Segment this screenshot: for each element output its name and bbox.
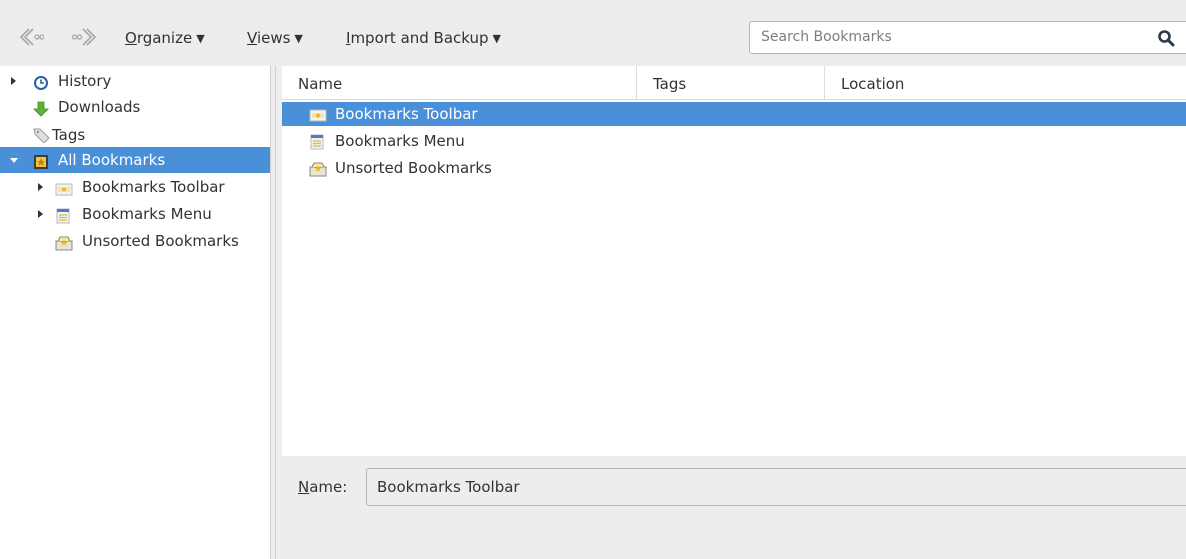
details-pane: Name: [282, 456, 1186, 559]
header-divider [282, 99, 1186, 100]
search-icon[interactable] [1157, 29, 1175, 51]
forward-arrow-icon [72, 26, 98, 48]
organize-menu-button[interactable]: Organize ▼ [125, 29, 205, 47]
sidebar-item-label: All Bookmarks [58, 151, 166, 169]
sidebar-item-history[interactable]: History [0, 68, 270, 94]
organize-label: rganize [136, 29, 193, 47]
toolbar: Organize ▼ Views ▼ Import and Backup ▼ [0, 0, 1186, 74]
sidebar-item-label: Unsorted Bookmarks [82, 232, 239, 250]
organize-accel: O [125, 29, 137, 47]
sidebar-item-all-bookmarks[interactable]: All Bookmarks [0, 147, 270, 173]
table-row[interactable]: Bookmarks Menu [282, 129, 1186, 153]
chevron-down-icon: ▼ [196, 32, 205, 45]
sidebar-item-bookmarks-menu[interactable]: Bookmarks Menu [0, 201, 270, 227]
sidebar-item-label: Bookmarks Menu [82, 205, 212, 223]
tag-icon [33, 125, 50, 144]
name-accel: N [298, 478, 310, 496]
table-row[interactable]: Bookmarks Toolbar [282, 102, 1186, 126]
unsorted-bookmarks-icon [55, 233, 73, 251]
back-arrow-icon [18, 26, 44, 48]
bookmarks-list: Name Tags Location Bookmarks Toolbar Boo… [282, 66, 1186, 456]
table-row[interactable]: Unsorted Bookmarks [282, 156, 1186, 180]
views-accel: V [247, 29, 257, 47]
pane-splitter[interactable] [270, 66, 276, 559]
import-backup-label: mport and Backup [350, 29, 489, 47]
expand-arrow-icon[interactable] [38, 183, 43, 191]
name-label: Name: [298, 478, 347, 496]
back-button[interactable] [18, 26, 44, 48]
sidebar-tree: History Downloads Tags All Bookmarks Boo… [0, 66, 270, 559]
column-header-tags[interactable]: Tags [637, 66, 825, 99]
expand-arrow-icon[interactable] [11, 77, 16, 85]
column-header-location[interactable]: Location [825, 66, 1186, 99]
expand-arrow-icon[interactable] [38, 210, 43, 218]
name-field[interactable] [366, 468, 1186, 506]
sidebar-item-label: History [58, 72, 112, 90]
bookmarks-menu-icon [309, 133, 325, 150]
unsorted-bookmarks-icon [309, 160, 327, 177]
row-name: Unsorted Bookmarks [335, 159, 492, 177]
bookmarks-toolbar-icon [309, 106, 327, 122]
clock-icon [33, 73, 49, 90]
chevron-down-icon: ▼ [294, 32, 303, 45]
sidebar-item-unsorted-bookmarks[interactable]: Unsorted Bookmarks [0, 228, 270, 254]
bookmarks-library-icon [33, 152, 49, 169]
bookmarks-menu-icon [55, 206, 71, 224]
column-header-name[interactable]: Name [282, 66, 637, 99]
views-menu-button[interactable]: Views ▼ [247, 29, 303, 47]
sidebar-item-label: Bookmarks Toolbar [82, 178, 225, 196]
bookmarks-toolbar-icon [55, 179, 73, 196]
chevron-down-icon: ▼ [492, 32, 502, 45]
sidebar-item-tags[interactable]: Tags [0, 120, 270, 146]
sidebar-item-label: Downloads [58, 98, 141, 116]
search-input[interactable] [761, 22, 1141, 53]
download-arrow-icon [33, 99, 49, 117]
sidebar-item-label: Tags [52, 126, 86, 144]
name-label-text: ame: [309, 478, 348, 496]
views-label: iews [256, 29, 291, 47]
row-name: Bookmarks Toolbar [335, 105, 478, 123]
search-box[interactable] [749, 21, 1186, 54]
collapse-arrow-icon[interactable] [10, 158, 18, 163]
sidebar-item-downloads[interactable]: Downloads [0, 94, 270, 120]
sidebar-item-bookmarks-toolbar[interactable]: Bookmarks Toolbar [0, 174, 270, 200]
forward-button[interactable] [72, 26, 98, 48]
row-name: Bookmarks Menu [335, 132, 465, 150]
import-backup-menu-button[interactable]: Import and Backup ▼ [346, 29, 501, 47]
